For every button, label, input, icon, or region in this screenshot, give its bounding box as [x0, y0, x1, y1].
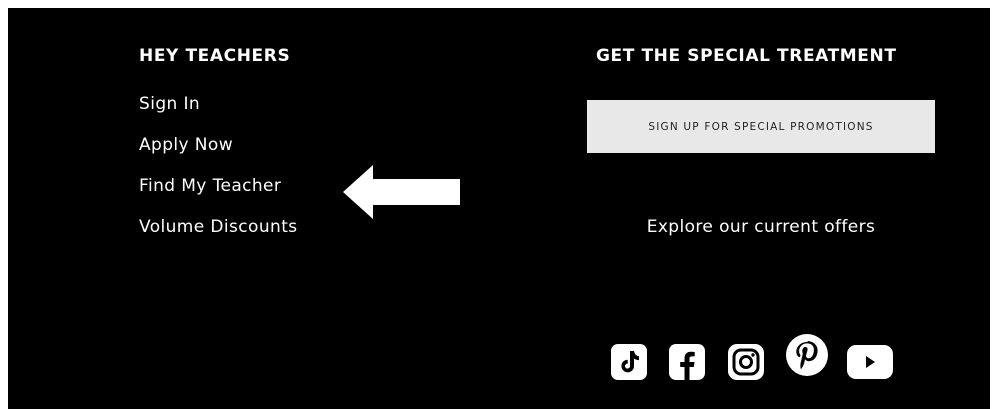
youtube-icon[interactable] [847, 345, 893, 383]
promo-signup-button[interactable]: SIGN UP FOR SPECIAL PROMOTIONS [587, 100, 935, 153]
find-my-teacher-link[interactable]: Find My Teacher [139, 176, 281, 196]
social-icons [605, 333, 915, 388]
arrow-left-icon [343, 165, 460, 219]
instagram-icon[interactable] [727, 343, 765, 385]
tiktok-icon[interactable] [611, 344, 647, 384]
site-footer: HEY TEACHERS Sign In Apply Now Find My T… [8, 8, 990, 409]
apply-now-link[interactable]: Apply Now [139, 135, 233, 155]
list-item: Sign In [139, 94, 298, 135]
sign-in-link[interactable]: Sign In [139, 94, 200, 114]
promo-heading: GET THE SPECIAL TREATMENT [596, 46, 897, 66]
volume-discounts-link[interactable]: Volume Discounts [139, 217, 298, 237]
pinterest-icon[interactable] [785, 333, 829, 381]
teachers-links: Sign In Apply Now Find My Teacher Volume… [139, 94, 298, 258]
list-item: Find My Teacher [139, 176, 298, 217]
list-item: Volume Discounts [139, 217, 298, 258]
explore-offers-link[interactable]: Explore our current offers [587, 217, 935, 237]
list-item: Apply Now [139, 135, 298, 176]
teachers-heading: HEY TEACHERS [139, 46, 291, 66]
facebook-icon[interactable] [669, 344, 705, 384]
